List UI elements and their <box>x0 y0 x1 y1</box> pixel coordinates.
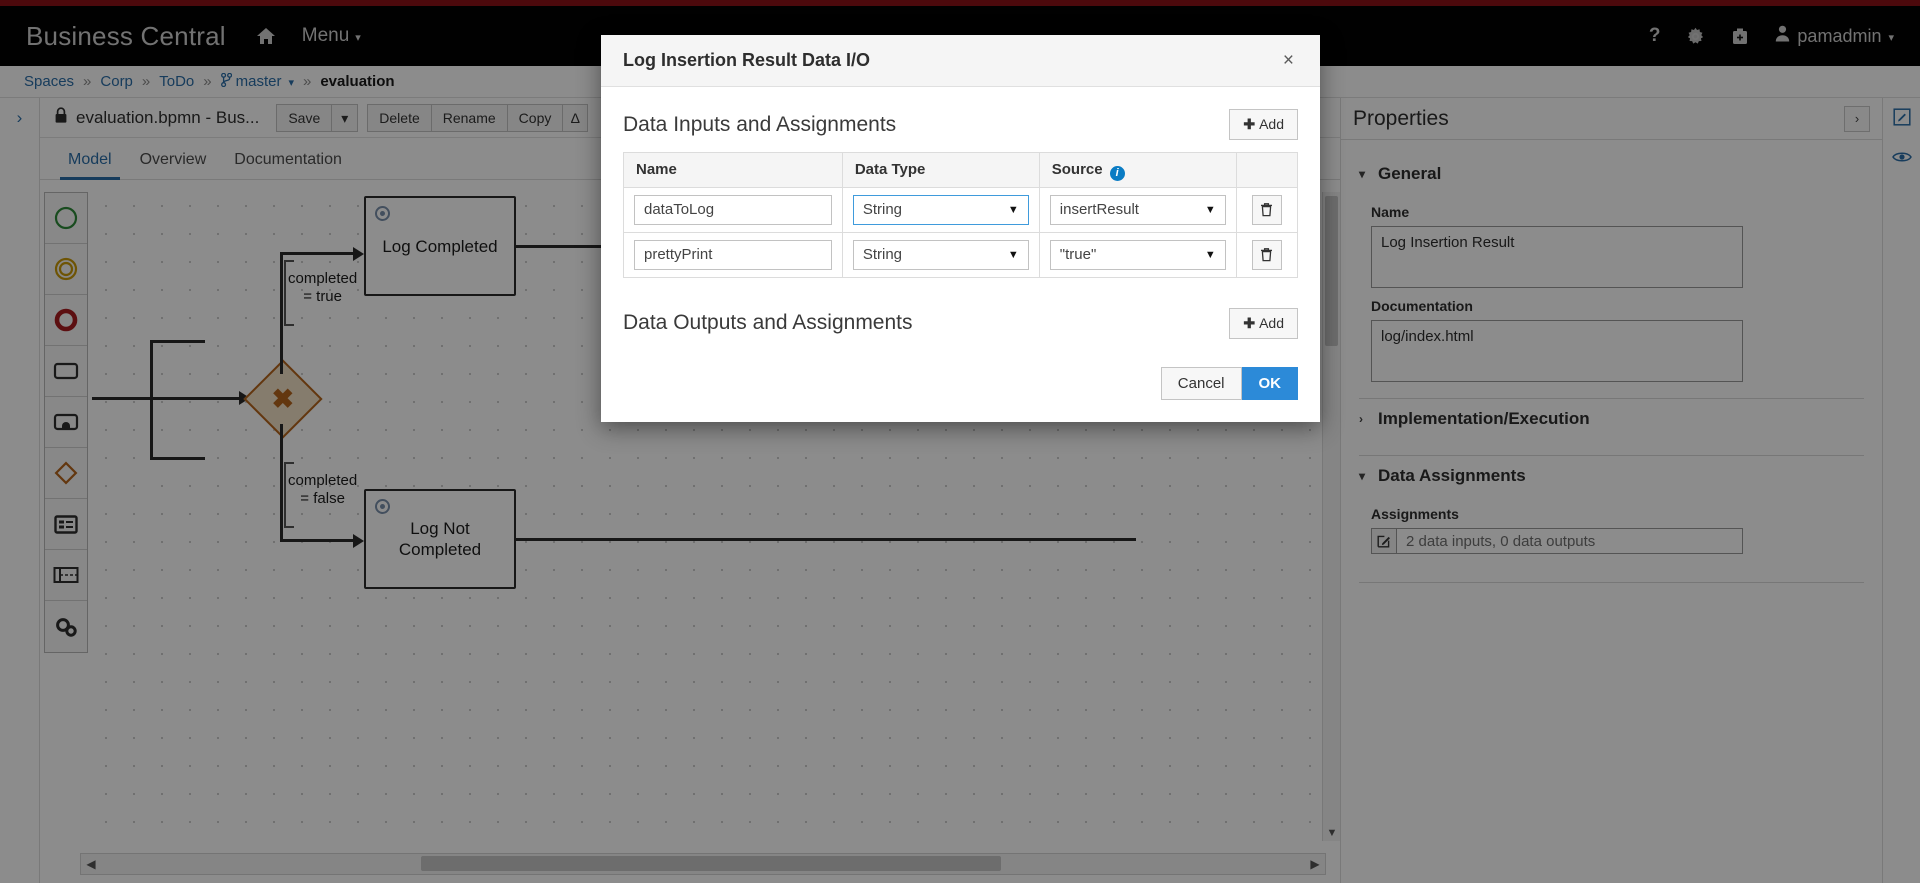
cell-name <box>623 231 843 278</box>
column-header-name: Name <box>623 152 843 188</box>
input-name-row-0[interactable] <box>634 194 832 225</box>
cell-actions <box>1235 186 1299 233</box>
add-output-button[interactable]: ✚ Add <box>1229 307 1298 339</box>
modal-footer: Cancel OK <box>601 357 1320 422</box>
delete-row-0-button[interactable] <box>1251 194 1282 225</box>
select-data-type-row-1[interactable]: String ▼ <box>852 239 1029 270</box>
delete-row-1-button[interactable] <box>1251 239 1282 270</box>
column-header-source: Source i <box>1038 152 1237 188</box>
cell-name <box>623 186 843 233</box>
add-output-label: Add <box>1259 314 1284 331</box>
cell-actions <box>1235 231 1299 278</box>
close-icon[interactable]: × <box>1279 47 1298 74</box>
add-input-button[interactable]: ✚ Add <box>1229 109 1298 140</box>
cell-data-type: String ▼ <box>841 231 1040 278</box>
outputs-section-title: Data Outputs and Assignments <box>623 311 913 334</box>
select-data-type-row-0[interactable]: String ▼ <box>852 194 1029 225</box>
ok-button[interactable]: OK <box>1241 366 1298 400</box>
table-row: String ▼ insertResult ▼ <box>623 186 1299 233</box>
plus-icon: ✚ <box>1243 116 1256 132</box>
cancel-button[interactable]: Cancel <box>1160 366 1242 400</box>
modal-body: Data Inputs and Assignments ✚ Add Name Da… <box>601 87 1320 357</box>
data-io-modal: Log Insertion Result Data I/O × Data Inp… <box>601 35 1320 422</box>
chevron-down-icon: ▼ <box>1204 248 1216 261</box>
select-source-row-0-value: insertResult <box>1059 201 1139 218</box>
data-inputs-table: Name Data Type Sourcei String <box>623 152 1299 278</box>
select-data-type-row-0-value: String <box>862 201 903 218</box>
info-icon[interactable]: i <box>1109 165 1125 181</box>
chevron-down-icon: ▼ <box>1007 248 1019 261</box>
plus-icon: ✚ <box>1243 314 1256 331</box>
select-source-row-1-value: "true" <box>1059 246 1097 263</box>
modal-header: Log Insertion Result Data I/O × <box>601 35 1320 87</box>
select-source-row-0[interactable]: insertResult ▼ <box>1049 194 1226 225</box>
input-name-row-1[interactable] <box>634 239 832 270</box>
chevron-down-icon: ▼ <box>1007 203 1019 216</box>
select-source-row-1[interactable]: "true" ▼ <box>1049 239 1226 270</box>
table-header-row: Name Data Type Source i <box>623 152 1299 188</box>
select-data-type-row-1-value: String <box>862 246 903 263</box>
modal-title: Log Insertion Result Data I/O <box>623 50 871 70</box>
add-input-label: Add <box>1259 116 1284 132</box>
inputs-section-title: Data Inputs and Assignments <box>623 112 897 136</box>
table-row: String ▼ "true" ▼ <box>623 231 1299 278</box>
column-header-actions <box>1235 152 1299 188</box>
cell-source: insertResult ▼ <box>1038 186 1237 233</box>
outputs-section-header: Data Outputs and Assignments ✚ Add <box>623 307 1298 339</box>
inputs-section-header: Data Inputs and Assignments ✚ Add <box>623 109 1298 140</box>
chevron-down-icon: ▼ <box>1204 203 1216 216</box>
column-header-data-type: Data Type <box>841 152 1040 188</box>
column-header-source-label: Source <box>1051 161 1103 178</box>
cell-source: "true" ▼ <box>1038 231 1237 278</box>
cell-data-type: String ▼ <box>841 186 1040 233</box>
